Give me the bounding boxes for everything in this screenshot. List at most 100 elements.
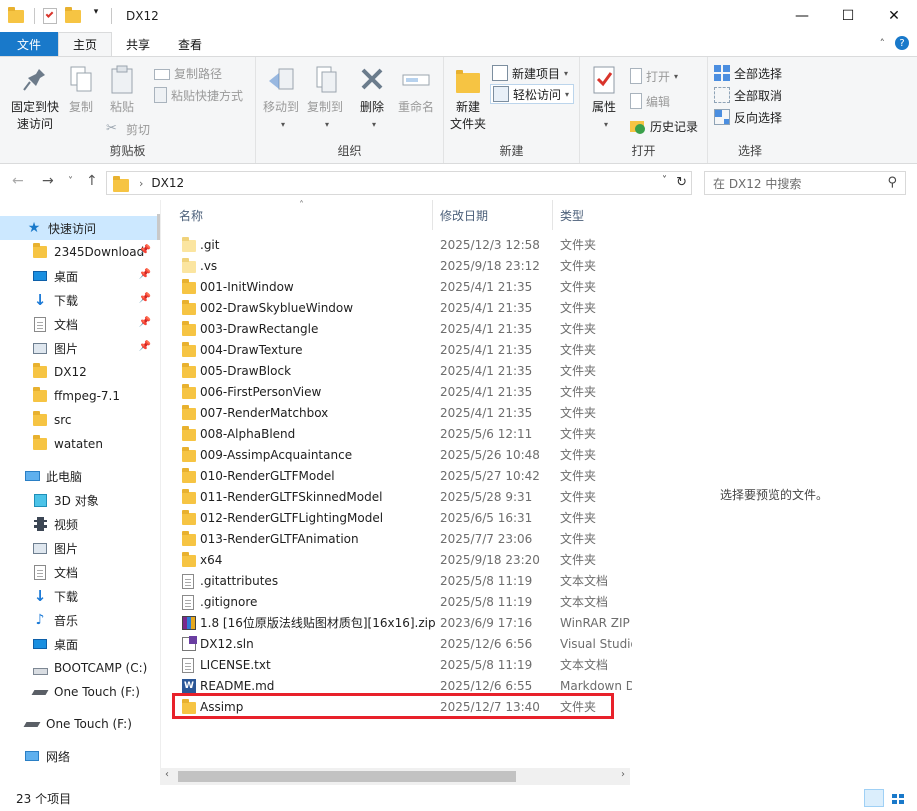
help-icon[interactable]: ? <box>895 36 909 50</box>
sidebar-item-src[interactable]: src <box>32 408 157 432</box>
back-arrow-icon[interactable]: ← <box>12 173 24 189</box>
sidebar-item-3d-objects[interactable]: 3D 对象 <box>32 488 157 512</box>
column-header-date[interactable]: 修改日期 <box>440 200 550 230</box>
chevron-up-icon[interactable]: ˄ <box>880 37 886 50</box>
close-button[interactable]: ✕ <box>871 0 917 32</box>
open-button[interactable]: 打开 ▾ <box>630 66 678 86</box>
copy-path-button[interactable]: 复制路径 <box>154 63 222 83</box>
sidebar-item-pc-desktop[interactable]: 桌面 <box>32 632 157 656</box>
sidebar-item-bootcamp[interactable]: BOOTCAMP (C:) <box>32 656 157 680</box>
up-arrow-icon[interactable]: ↑ <box>86 173 98 189</box>
table-row[interactable]: 003-DrawRectangle 2025/4/1 21:35 文件夹 <box>161 318 631 339</box>
sidebar-item-2345download[interactable]: 2345Download 📌 <box>32 240 157 264</box>
minimize-button[interactable]: — <box>779 0 825 32</box>
invert-selection-button[interactable]: 反向选择 <box>714 107 782 127</box>
scroll-left-icon[interactable]: ‹ <box>165 769 169 780</box>
details-view-icon[interactable] <box>864 789 884 807</box>
table-row[interactable]: DX12.sln 2025/12/6 6:56 Visual Studio <box>161 633 638 654</box>
easy-access-button[interactable]: 轻松访问 ▾ <box>490 84 575 104</box>
copy-button[interactable]: 复制 <box>64 63 98 116</box>
column-header-name[interactable]: 名称 <box>179 200 429 230</box>
sidebar-item-pc-downloads[interactable]: ↓ 下载 <box>32 584 157 608</box>
table-row[interactable]: 007-RenderMatchbox 2025/4/1 21:35 文件夹 <box>161 402 631 423</box>
new-folder-button[interactable]: 新建 文件夹 <box>448 63 488 133</box>
table-row[interactable]: 001-InitWindow 2025/4/1 21:35 文件夹 <box>161 276 631 297</box>
table-row[interactable]: 009-AssimpAcquaintance 2025/5/26 10:48 文件夹 <box>161 444 631 465</box>
table-row[interactable]: 004-DrawTexture 2025/4/1 21:35 文件夹 <box>161 339 631 360</box>
table-row[interactable]: 013-RenderGLTFAnimation 2025/7/7 23:06 文件夹 <box>161 528 631 549</box>
sidebar-item-one-touch-pc[interactable]: One Touch (F:) <box>31 680 157 704</box>
search-box[interactable]: 在 DX12 中搜索 ⚲ <box>704 171 906 195</box>
rename-button[interactable]: 重命名 <box>394 63 438 116</box>
copy-to-button[interactable]: 复制到 ▾ <box>304 63 346 133</box>
table-row[interactable]: 008-AlphaBlend 2025/5/6 12:11 文件夹 <box>161 423 631 444</box>
sidebar-item-music[interactable]: ♪ 音乐 <box>32 608 157 632</box>
tab-view[interactable]: 查看 <box>164 32 216 56</box>
pin-to-quick-access-button[interactable]: 固定到快 速访问 <box>6 63 64 133</box>
sidebar-item-quick-access[interactable]: ★ 快速访问 <box>0 216 157 240</box>
new-folder-icon[interactable] <box>65 7 83 28</box>
paste-button[interactable]: 粘贴 <box>104 63 140 116</box>
table-row[interactable]: 005-DrawBlock 2025/4/1 21:35 文件夹 <box>161 360 631 381</box>
edit-button[interactable]: 编辑 <box>630 91 670 111</box>
scrollbar-thumb[interactable] <box>178 771 516 782</box>
pin-icon[interactable]: 📌 <box>139 317 151 328</box>
select-all-button[interactable]: 全部选择 <box>714 63 782 83</box>
maximize-button[interactable]: ☐ <box>825 0 871 32</box>
sidebar-item-one-touch[interactable]: One Touch (F:) <box>23 712 157 736</box>
table-row[interactable]: x64 2025/9/18 23:20 文件夹 <box>161 549 631 570</box>
tab-file[interactable]: 文件 <box>0 32 58 56</box>
forward-arrow-icon[interactable]: → <box>42 173 54 189</box>
table-row[interactable]: 002-DrawSkyblueWindow 2025/4/1 21:35 文件夹 <box>161 297 631 318</box>
table-row[interactable]: W README.md 2025/12/6 6:55 Markdown D <box>161 675 635 696</box>
address-bar[interactable]: › DX12 ˅ ↻ <box>106 171 692 195</box>
column-header-type[interactable]: 类型 <box>560 200 630 230</box>
pin-icon[interactable]: 📌 <box>139 269 151 280</box>
chevron-down-icon[interactable]: ▾ <box>91 7 101 25</box>
table-row[interactable]: 010-RenderGLTFModel 2025/5/27 10:42 文件夹 <box>161 465 631 486</box>
sidebar-item-videos[interactable]: 视频 <box>32 512 157 536</box>
sidebar-item-ffmpeg[interactable]: ffmpeg-7.1 <box>32 384 157 408</box>
select-none-button[interactable]: 全部取消 <box>714 85 782 105</box>
sidebar-item-dx12[interactable]: DX12 <box>32 360 157 384</box>
table-row[interactable]: 012-RenderGLTFLightingModel 2025/6/5 16:3… <box>161 507 631 528</box>
sidebar-item-desktop[interactable]: 桌面 📌 <box>32 264 157 288</box>
sidebar-item-downloads[interactable]: ↓ 下载 📌 <box>32 288 157 312</box>
table-row[interactable]: .vs 2025/9/18 23:12 文件夹 <box>161 255 631 276</box>
table-row[interactable]: LICENSE.txt 2025/5/8 11:19 文本文档 <box>161 654 631 675</box>
search-icon[interactable]: ⚲ <box>887 175 897 190</box>
column-divider[interactable] <box>552 200 553 230</box>
breadcrumb-separator-icon[interactable]: › <box>139 177 143 190</box>
refresh-icon[interactable]: ↻ <box>676 175 687 190</box>
properties-check-icon[interactable] <box>43 8 57 24</box>
search-input[interactable]: 在 DX12 中搜索 <box>713 175 801 192</box>
pin-icon[interactable]: 📌 <box>139 245 151 256</box>
pin-icon[interactable]: 📌 <box>139 293 151 304</box>
move-to-button[interactable]: 移动到 ▾ <box>260 63 302 133</box>
new-item-button[interactable]: 新建项目 ▾ <box>492 63 568 83</box>
table-row[interactable]: .git 2025/12/3 12:58 文件夹 <box>161 234 631 255</box>
sidebar-item-documents[interactable]: 文档 📌 <box>32 312 157 336</box>
delete-button[interactable]: 删除 ▾ <box>354 63 390 133</box>
breadcrumb-current[interactable]: DX12 <box>151 176 184 190</box>
sidebar-item-pc-documents[interactable]: 文档 <box>32 560 157 584</box>
sidebar-item-this-pc[interactable]: 此电脑 <box>24 464 157 488</box>
column-divider[interactable] <box>432 200 433 230</box>
address-dropdown-chevron-icon[interactable]: ˅ <box>662 175 667 186</box>
scroll-right-icon[interactable]: › <box>621 769 625 780</box>
horizontal-scrollbar[interactable]: ‹ › <box>160 768 630 785</box>
large-icons-view-icon[interactable] <box>887 789 907 807</box>
pin-icon[interactable]: 📌 <box>139 341 151 352</box>
table-row[interactable]: Assimp 2025/12/7 13:40 文件夹 <box>161 696 631 717</box>
table-row[interactable]: 011-RenderGLTFSkinnedModel 2025/5/28 9:31… <box>161 486 631 507</box>
sidebar-item-pc-pictures[interactable]: 图片 <box>32 536 157 560</box>
sidebar-item-pictures[interactable]: 图片 📌 <box>32 336 157 360</box>
table-row[interactable]: .gitignore 2025/5/8 11:19 文本文档 <box>161 591 631 612</box>
history-button[interactable]: 历史记录 <box>630 116 698 136</box>
recent-locations-chevron-icon[interactable]: ˅ <box>68 176 73 187</box>
table-row[interactable]: 1.8 [16位原版法线贴图材质包][16x16].zip 2023/6/9 17… <box>161 612 631 633</box>
table-row[interactable]: .gitattributes 2025/5/8 11:19 文本文档 <box>161 570 631 591</box>
cut-button[interactable]: ✂ 剪切 <box>106 119 150 139</box>
paste-shortcut-button[interactable]: 粘贴快捷方式 <box>154 85 243 105</box>
table-row[interactable]: 006-FirstPersonView 2025/4/1 21:35 文件夹 <box>161 381 631 402</box>
